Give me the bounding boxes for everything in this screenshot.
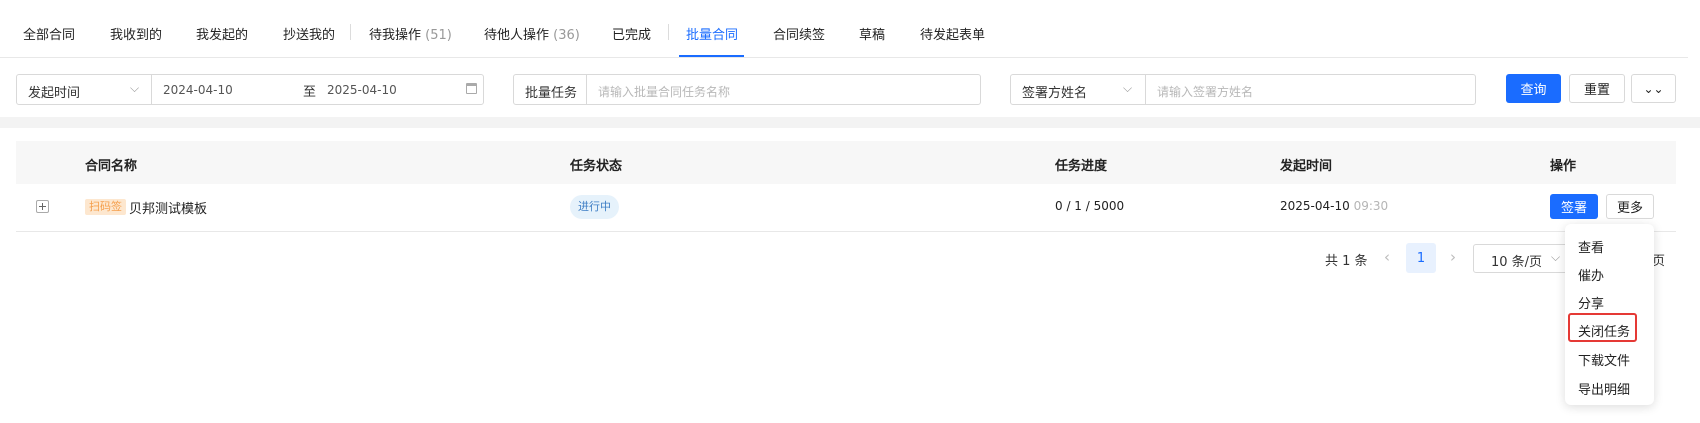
table-row: 扫码签 贝邦测试模板 进行中 0 / 1 / 5000 2025-04-10 0… [16,184,1676,232]
signer-type-select[interactable]: 签署方姓名 [1022,82,1087,101]
menu-item-view[interactable]: 查看 [1578,237,1604,256]
tab-renewal[interactable]: 合同续签 [773,24,825,43]
page-size-select[interactable]: 10 条/页 ⌵ [1473,244,1568,273]
status-badge: 进行中 [570,195,619,219]
chevron-down-icon[interactable]: ⌵ [130,81,139,96]
tab-pending-others-count: (36) [553,28,580,43]
contract-name[interactable]: 贝邦测试模板 [129,198,207,217]
tab-pending-others[interactable]: 待他人操作 (36) [484,24,580,43]
pagination-total: 共 1 条 [1325,254,1368,269]
prev-page-icon[interactable]: ‹ [1384,248,1390,266]
reset-button[interactable]: 重置 [1569,74,1625,103]
column-task-progress: 任务进度 [1055,159,1108,174]
scan-sign-tag: 扫码签 [85,199,126,215]
date-range-separator: 至 [303,85,317,100]
column-actions: 操作 [1550,159,1577,174]
tab-cc[interactable]: 抄送我的 [283,24,335,43]
page-number[interactable]: 1 [1406,243,1436,273]
query-button[interactable]: 查询 [1506,74,1561,103]
section-divider [0,117,1700,128]
signer-name-input[interactable]: 请输入签署方姓名 [1157,83,1253,100]
date-start-input[interactable]: 2024-04-10 [163,83,233,97]
tab-divider [350,24,351,40]
double-chevron-down-icon[interactable]: ⌄⌄ [1631,74,1676,103]
initiated-clock: 09:30 [1353,199,1389,213]
tab-received[interactable]: 我收到的 [110,24,162,43]
column-task-status: 任务状态 [570,159,623,174]
more-button[interactable]: 更多 [1606,194,1654,219]
tab-all[interactable]: 全部合同 [23,24,75,43]
page-size-value: 10 条/页 [1491,255,1543,270]
filter-divider [1145,75,1146,104]
date-type-select[interactable]: 发起时间 [28,82,80,101]
filter-divider [586,75,587,104]
task-progress: 0 / 1 / 5000 [1055,199,1125,213]
batch-task-filter: 批量任务 请输入批量合同任务名称 [513,74,981,105]
tab-divider [668,24,669,40]
tab-pending-me[interactable]: 待我操作 (51) [369,24,452,43]
sign-button[interactable]: 签署 [1550,194,1598,219]
menu-item-remind[interactable]: 催办 [1578,265,1604,284]
initiated-time: 2025-04-10 09:30 [1280,199,1388,213]
column-initiated-time: 发起时间 [1280,159,1333,174]
menu-item-share[interactable]: 分享 [1578,293,1604,312]
date-range-filter: 发起时间 ⌵ 2024-04-10 至 2025-04-10 [16,74,484,105]
more-actions-menu: 查看 催办 分享 关闭任务 下载文件 导出明细 [1565,224,1654,405]
expand-row-icon[interactable] [36,200,49,213]
batch-task-label: 批量任务 [525,86,578,101]
tab-completed[interactable]: 已完成 [612,24,651,43]
column-contract-name: 合同名称 [85,159,138,174]
table-header: 合同名称 任务状态 任务进度 发起时间 操作 [16,141,1676,184]
tab-initiated[interactable]: 我发起的 [196,24,248,43]
batch-task-input[interactable]: 请输入批量合同任务名称 [598,83,730,100]
tab-draft[interactable]: 草稿 [859,24,885,43]
date-end-input[interactable]: 2025-04-10 [327,83,397,97]
filter-divider [151,75,152,104]
menu-item-export-details[interactable]: 导出明细 [1578,379,1630,398]
chevron-down-icon: ⌵ [1551,250,1561,264]
active-tab-indicator [679,55,744,57]
initiated-date: 2025-04-10 [1280,199,1350,213]
tab-pending-me-count: (51) [425,28,452,43]
tab-batch[interactable]: 批量合同 [686,24,738,43]
menu-item-download[interactable]: 下载文件 [1578,350,1630,369]
next-page-icon[interactable]: › [1450,248,1456,266]
contract-tabs: 全部合同 我收到的 我发起的 抄送我的 待我操作 (51) 待他人操作 (36)… [0,0,1688,58]
chevron-down-icon[interactable]: ⌵ [1123,81,1132,96]
calendar-icon[interactable] [466,83,477,94]
tab-pending-form[interactable]: 待发起表单 [920,24,985,43]
menu-item-close-task[interactable]: 关闭任务 [1578,321,1630,340]
tab-pending-others-label: 待他人操作 [484,28,550,43]
signer-filter: 签署方姓名 ⌵ 请输入签署方姓名 [1010,74,1476,105]
tab-pending-me-label: 待我操作 [369,28,422,43]
